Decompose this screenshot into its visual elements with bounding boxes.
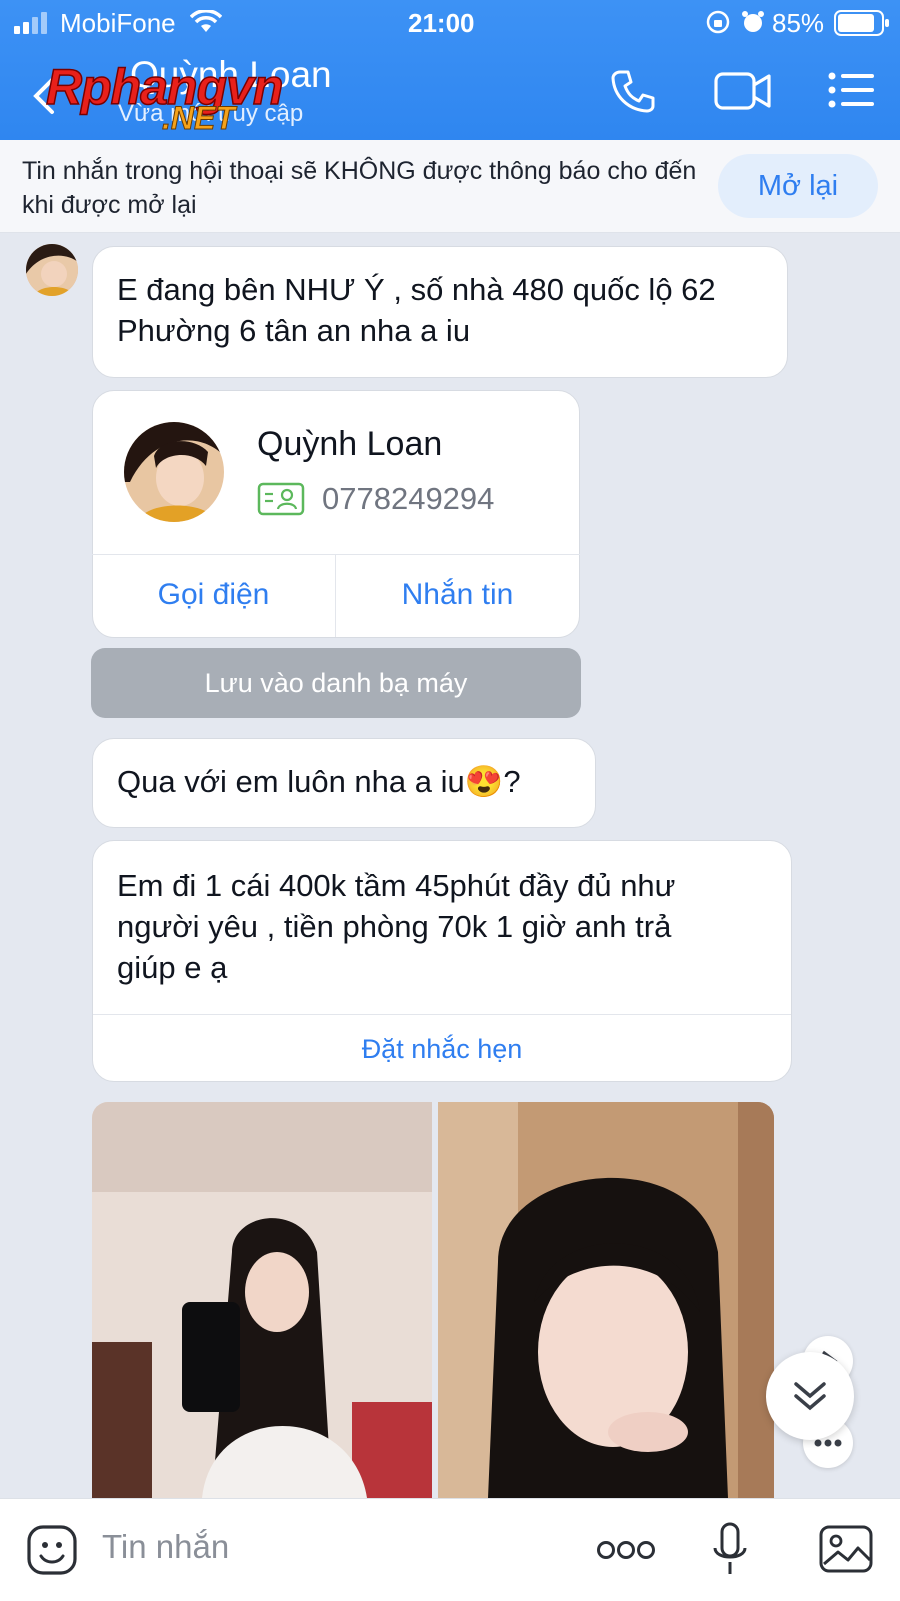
divider — [93, 1014, 791, 1015]
video-call-icon[interactable] — [714, 70, 772, 112]
image-icon[interactable] — [818, 1524, 874, 1574]
clock: 21:00 — [408, 8, 475, 38]
message-input[interactable]: Tin nhắn — [102, 1528, 229, 1566]
double-chevron-down-icon — [794, 1382, 826, 1411]
message-text: Qua với em luôn nha a iu😍? — [117, 764, 521, 799]
photo-mirror-selfie[interactable] — [92, 1102, 432, 1498]
watermark-logo: Rphangvn .NET — [44, 58, 324, 140]
contact-card-avatar — [124, 422, 224, 522]
mute-banner-text: Tin nhắn trong hội thoại sẽ KHÔNG được t… — [22, 157, 697, 219]
message-text-line: người yêu , tiền phòng 70k 1 giờ anh trả — [117, 909, 672, 944]
save-to-contacts-button[interactable]: Lưu vào danh bạ máy — [91, 648, 581, 718]
more-icon[interactable] — [596, 1536, 656, 1564]
divider — [92, 554, 580, 555]
message-text: E đang bên NHƯ Ý , số nhà 480 quốc lộ 62… — [117, 272, 716, 348]
id-card-icon — [257, 482, 305, 516]
reopen-notifications-button[interactable]: Mở lại — [718, 154, 878, 218]
signal-icon — [14, 12, 47, 34]
phone-icon[interactable] — [610, 68, 656, 114]
sender-avatar[interactable] — [26, 244, 78, 296]
message-bubble[interactable]: Qua với em luôn nha a iu😍? — [92, 738, 596, 828]
battery-icon — [834, 10, 889, 36]
message-text-line: giúp e ạ — [117, 950, 228, 985]
sticker-icon[interactable] — [26, 1524, 78, 1576]
contact-card-name: Quỳnh Loan — [257, 425, 443, 463]
message-button[interactable]: Nhắn tin — [336, 578, 579, 612]
set-reminder-button[interactable]: Đặt nhắc hẹn — [92, 1016, 792, 1082]
watermark-sub-text: .NET — [162, 100, 236, 137]
battery-percent: 85% — [772, 8, 825, 38]
alarm-icon — [742, 11, 764, 32]
carrier-name: MobiFone — [60, 8, 176, 38]
scroll-to-bottom-button[interactable] — [766, 1352, 854, 1440]
message-text-line: Em đi 1 cái 400k tầm 45phút đầy đủ như — [117, 868, 676, 903]
microphone-icon[interactable] — [712, 1522, 748, 1578]
status-bar: MobiFone 21:00 85% — [0, 0, 900, 46]
menu-icon[interactable] — [828, 72, 876, 108]
photo-portrait[interactable] — [438, 1102, 774, 1498]
call-button[interactable]: Gọi điện — [92, 578, 335, 612]
message-bubble[interactable]: E đang bên NHƯ Ý , số nhà 480 quốc lộ 62… — [92, 246, 788, 378]
wifi-icon — [190, 10, 222, 32]
contact-card-phone: 0778249294 — [322, 481, 495, 516]
rotation-lock-icon — [706, 10, 730, 34]
